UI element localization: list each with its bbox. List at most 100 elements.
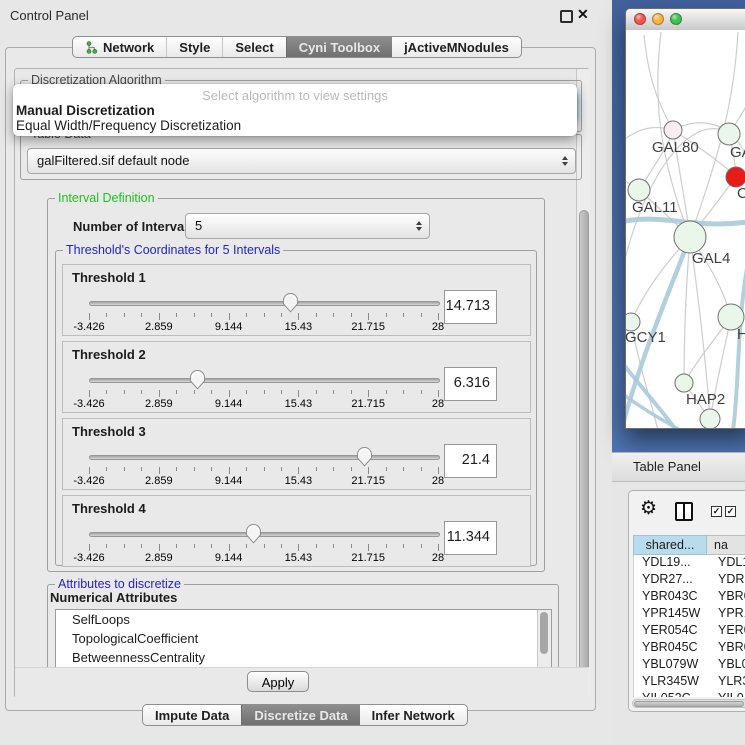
attribute-item[interactable]: TopologicalCoefficient (56, 629, 551, 648)
network-view-window[interactable]: GAL80GACGAL11GAL4HGCY1HAP2 (625, 8, 745, 429)
apply-button[interactable]: Apply (247, 671, 309, 692)
tab-discretize-data[interactable]: Discretize Data (241, 705, 359, 725)
split-pane-icon[interactable] (675, 502, 693, 521)
popup-item-manual-discretization[interactable]: Manual Discretization (16, 103, 155, 118)
table-row[interactable]: YDL19...YDL1 (634, 555, 745, 572)
major-tick (298, 313, 299, 320)
zoom-traffic-light-icon[interactable] (670, 13, 682, 25)
minor-tick (246, 313, 247, 317)
attribute-item[interactable]: BetweennessCentrality (56, 648, 551, 667)
minor-tick (333, 313, 334, 317)
tab-style[interactable]: Style (166, 37, 222, 57)
tab-network[interactable]: Network (73, 37, 166, 57)
checkbox-icon[interactable]: ✓ (725, 506, 736, 517)
minor-tick (316, 390, 317, 394)
minor-tick (141, 544, 142, 548)
cell-shared-name[interactable]: YER054C (634, 623, 708, 640)
threshold-value-field[interactable]: 14.713 (444, 290, 497, 324)
column-header-name[interactable]: na (707, 535, 745, 555)
threshold-panel-2: Threshold 2-3.4262.8599.14415.4321.71528… (62, 341, 531, 413)
number-of-intervals-combobox[interactable]: 5 (185, 213, 430, 239)
slider-track[interactable] (89, 301, 440, 306)
network-window-titlebar[interactable] (626, 9, 745, 31)
cell-shared-name[interactable]: YLR345W (634, 674, 708, 691)
cell-shared-name[interactable]: YBR045C (634, 640, 708, 657)
table-row[interactable]: YBR045CYBR0 (634, 640, 745, 657)
minor-tick (333, 467, 334, 471)
checkbox-icon[interactable]: ✓ (711, 506, 722, 517)
tab-cyni-toolbox[interactable]: Cyni Toolbox (286, 37, 392, 57)
cell-name[interactable]: YIL0 (708, 691, 744, 697)
slider-thumb[interactable] (245, 523, 262, 544)
svg-text:GCY1: GCY1 (626, 329, 666, 346)
cell-name[interactable]: YBR0 (708, 640, 745, 657)
cell-name[interactable]: YBL0 (708, 657, 745, 674)
slider-track[interactable] (89, 378, 440, 383)
popup-item-equal-width-frequency[interactable]: Equal Width/Frequency Discretization (16, 118, 241, 133)
float-window-icon[interactable] (560, 10, 573, 23)
tick-label: 21.715 (337, 321, 399, 333)
gear-icon[interactable]: ⚙ (640, 497, 657, 520)
slider-track[interactable] (89, 455, 440, 460)
major-tick (89, 467, 90, 474)
minor-tick (246, 544, 247, 548)
tick-label: 15.43 (267, 552, 329, 564)
scrollbar-thumb[interactable] (634, 701, 744, 707)
tab-jactivemnodules[interactable]: jActiveMNodules (392, 37, 521, 57)
cell-shared-name[interactable]: YBL079W (634, 657, 708, 674)
close-icon[interactable]: ✕ (577, 6, 589, 23)
cell-name[interactable]: YDL1 (708, 555, 745, 572)
cell-shared-name[interactable]: YDL19... (634, 555, 708, 572)
close-traffic-light-icon[interactable] (634, 13, 646, 25)
tick-label: 21.715 (337, 475, 399, 487)
tick-label: 2.859 (128, 321, 190, 333)
cell-shared-name[interactable]: YPR145W (634, 606, 708, 623)
table-row[interactable]: YLR345WYLR3 (634, 674, 745, 691)
threshold-value-field[interactable]: 21.4 (444, 444, 497, 478)
threshold-value-field[interactable]: 6.316 (444, 367, 497, 401)
table-row[interactable]: YBR043CYBR0 (634, 589, 745, 606)
tick-label: 2.859 (128, 475, 190, 487)
slider-thumb[interactable] (282, 292, 299, 313)
network-canvas[interactable]: GAL80GACGAL11GAL4HGCY1HAP2 (626, 30, 745, 428)
tab-label: Cyni Toolbox (299, 40, 380, 55)
minor-tick (351, 467, 352, 471)
table-row[interactable]: YDR27...YDR2 (634, 572, 745, 589)
minimize-traffic-light-icon[interactable] (652, 13, 664, 25)
table-row[interactable]: YBL079WYBL0 (634, 657, 745, 674)
cell-shared-name[interactable]: YBR043C (634, 589, 708, 606)
major-tick (159, 467, 160, 474)
slider-track[interactable] (89, 532, 440, 537)
slider-thumb[interactable] (189, 369, 206, 390)
threshold-value-field[interactable]: 11.344 (444, 521, 497, 555)
cell-name[interactable]: YDR2 (708, 572, 745, 589)
minor-tick (124, 467, 125, 471)
cell-shared-name[interactable]: YIL052C (634, 691, 708, 697)
minor-tick (124, 544, 125, 548)
scrollbar-thumb[interactable] (540, 612, 548, 654)
screen: Control Panel ✕ NetworkStyleSelectCyni T… (0, 0, 745, 745)
tab-impute-data[interactable]: Impute Data (143, 705, 241, 725)
table-row[interactable]: YPR145WYPR1 (634, 606, 745, 623)
slider-thumb[interactable] (356, 446, 373, 467)
threshold-list: Threshold 1-3.4262.8599.14415.4321.71528… (62, 264, 531, 572)
table-horizontal-scrollbar[interactable] (632, 699, 745, 708)
cell-name[interactable]: YBR0 (708, 589, 745, 606)
cell-name[interactable]: YPR1 (708, 606, 745, 623)
table-row[interactable]: YIL052CYIL0 (634, 691, 745, 697)
table-row[interactable]: YER054CYER0 (634, 623, 745, 640)
column-header-shared[interactable]: shared... (633, 535, 707, 555)
tab-select[interactable]: Select (222, 37, 285, 57)
attribute-item[interactable]: SelfLoops (56, 610, 551, 629)
cell-name[interactable]: YLR3 (708, 674, 745, 691)
major-tick (89, 313, 90, 320)
cell-shared-name[interactable]: YDR27... (634, 572, 708, 589)
tick-label: 2.859 (128, 398, 190, 410)
scrollbar-thumb[interactable] (579, 210, 589, 690)
table-panel-title: Table Panel (633, 459, 701, 474)
table-data-combobox[interactable]: galFiltered.sif default node (27, 148, 576, 174)
tab-infer-network[interactable]: Infer Network (360, 705, 467, 725)
minor-tick (246, 390, 247, 394)
cell-name[interactable]: YER0 (708, 623, 745, 640)
bottom-tabstrip: Impute DataDiscretize DataInfer Network (142, 704, 468, 726)
